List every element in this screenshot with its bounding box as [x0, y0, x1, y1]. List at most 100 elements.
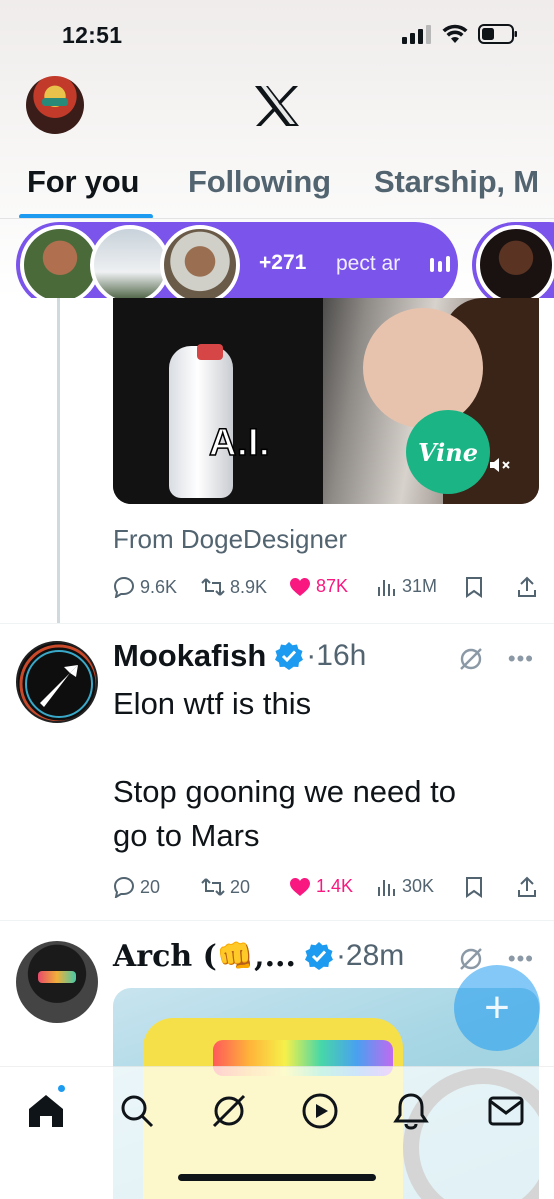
post-time[interactable]: ·16h: [306, 639, 366, 673]
reply-icon: [113, 576, 135, 598]
media-source-credit[interactable]: From DogeDesigner: [113, 524, 347, 555]
post-menu: •••: [458, 646, 534, 672]
author-avatar[interactable]: [16, 941, 98, 1023]
heart-filled-icon: [290, 577, 310, 596]
bookmark-button[interactable]: [465, 876, 483, 898]
post-actions: 9.6K 8.9K 87K 31M: [113, 576, 541, 606]
play-icon: [302, 1093, 338, 1129]
bookmark-icon: [466, 577, 482, 598]
home-icon: [29, 1095, 63, 1127]
home-indicator: [178, 1174, 376, 1181]
post-media-video[interactable]: A.I. Vine: [113, 298, 539, 504]
repost-button[interactable]: 8.9K: [201, 576, 267, 598]
mute-icon[interactable]: [489, 456, 511, 474]
reply-button[interactable]: 9.6K: [113, 576, 177, 598]
post-text: Elon wtf is this Stop gooning we need to…: [113, 682, 533, 858]
post-header: Mookafish ·16h: [113, 636, 366, 676]
nav-messages[interactable]: [484, 1089, 528, 1133]
post-text-line: Elon wtf is this: [113, 686, 312, 721]
like-count: 1.4K: [316, 876, 354, 896]
grok-icon: [212, 1094, 246, 1128]
view-count: 30K: [402, 876, 435, 896]
repost-icon: [201, 578, 225, 596]
space-title: pect ar: [336, 252, 401, 275]
wifi-icon: [442, 24, 468, 43]
search-icon: [121, 1095, 154, 1128]
post-divider: [0, 920, 554, 921]
live-space-pill[interactable]: [472, 222, 554, 298]
avatar-glasses: [42, 98, 68, 106]
space-speaker-avatar: [160, 225, 240, 298]
space-host-avatar: [476, 225, 554, 298]
profile-avatar[interactable]: [26, 76, 84, 134]
reply-icon: [113, 876, 135, 898]
verified-badge-icon: [275, 642, 304, 670]
timeline-feed[interactable]: A.I. Vine From DogeDesigner 9.6K 8.9K 87…: [0, 298, 554, 1199]
post-actions: 20 20 1.4K 30K: [113, 876, 541, 906]
header-divider: [0, 218, 554, 219]
repost-icon: [201, 878, 225, 896]
share-button[interactable]: [517, 576, 537, 598]
verified-badge-icon: [304, 942, 333, 970]
plus-icon: +: [484, 983, 510, 1032]
like-count: 87K: [316, 576, 349, 596]
grok-icon[interactable]: [458, 646, 484, 672]
nav-home[interactable]: [24, 1089, 68, 1133]
nav-search[interactable]: [115, 1089, 159, 1133]
compose-button[interactable]: +: [454, 965, 540, 1051]
repost-button[interactable]: 20: [201, 876, 250, 898]
post-header: Arch (👊,... ·28m: [113, 936, 404, 976]
space-host-avatar: [20, 225, 100, 298]
mail-icon: [488, 1096, 524, 1126]
space-listener-count: +271: [259, 251, 307, 274]
post-time[interactable]: ·28m: [336, 939, 404, 973]
media-figure: [363, 308, 483, 428]
author-name[interactable]: Arch (👊,...: [113, 939, 296, 974]
reply-button[interactable]: 20: [113, 876, 160, 898]
live-space-pill[interactable]: +271 pect ar: [16, 222, 458, 298]
media-caption: A.I.: [208, 421, 271, 465]
audio-bars-icon: [430, 256, 450, 272]
share-button[interactable]: [517, 876, 537, 898]
post-text-line: go to Mars: [113, 818, 260, 853]
repost-count: 8.9K: [230, 576, 268, 597]
post-text-line: Stop gooning we need to: [113, 774, 456, 809]
heart-filled-icon: [290, 877, 310, 896]
spaces-strip: +271 pect ar: [0, 220, 554, 298]
media-bottle-cap: [197, 344, 223, 360]
battery-icon: [478, 24, 517, 44]
like-button[interactable]: 1.4K: [289, 876, 353, 897]
nav-notifications[interactable]: [389, 1089, 433, 1133]
notification-dot: [56, 1083, 67, 1094]
views-button[interactable]: 30K: [377, 876, 434, 897]
space-speaker-avatar: [90, 225, 170, 298]
post-divider: [0, 623, 554, 624]
author-name[interactable]: Mookafish: [113, 638, 266, 674]
bookmark-button[interactable]: [465, 576, 483, 598]
status-bar: 12:51: [0, 0, 554, 70]
more-options-icon[interactable]: •••: [508, 646, 534, 672]
rocket-logo-icon: [19, 644, 96, 721]
avatar-visor: [38, 971, 76, 983]
x-logo-icon[interactable]: [253, 84, 301, 128]
views-button[interactable]: 31M: [377, 576, 437, 597]
repost-count: 20: [230, 876, 251, 897]
vine-logo-text: Vine: [417, 437, 479, 467]
bookmark-icon: [466, 877, 482, 898]
views-chart-icon: [378, 879, 395, 896]
tab-for-you[interactable]: For you: [27, 164, 139, 200]
nav-video[interactable]: [298, 1089, 342, 1133]
share-icon: [518, 876, 536, 897]
author-avatar[interactable]: [16, 641, 98, 723]
vine-logo: Vine: [406, 410, 490, 494]
views-chart-icon: [378, 579, 395, 596]
view-count: 31M: [402, 576, 438, 596]
reply-count: 20: [140, 876, 161, 897]
like-button[interactable]: 87K: [289, 576, 348, 597]
tab-following[interactable]: Following: [188, 164, 331, 200]
share-icon: [518, 576, 536, 597]
status-time: 12:51: [62, 22, 123, 48]
timeline-tabs: For you Following Starship, M: [0, 160, 554, 220]
tab-starship[interactable]: Starship, M: [374, 164, 539, 200]
nav-grok[interactable]: [207, 1089, 251, 1133]
